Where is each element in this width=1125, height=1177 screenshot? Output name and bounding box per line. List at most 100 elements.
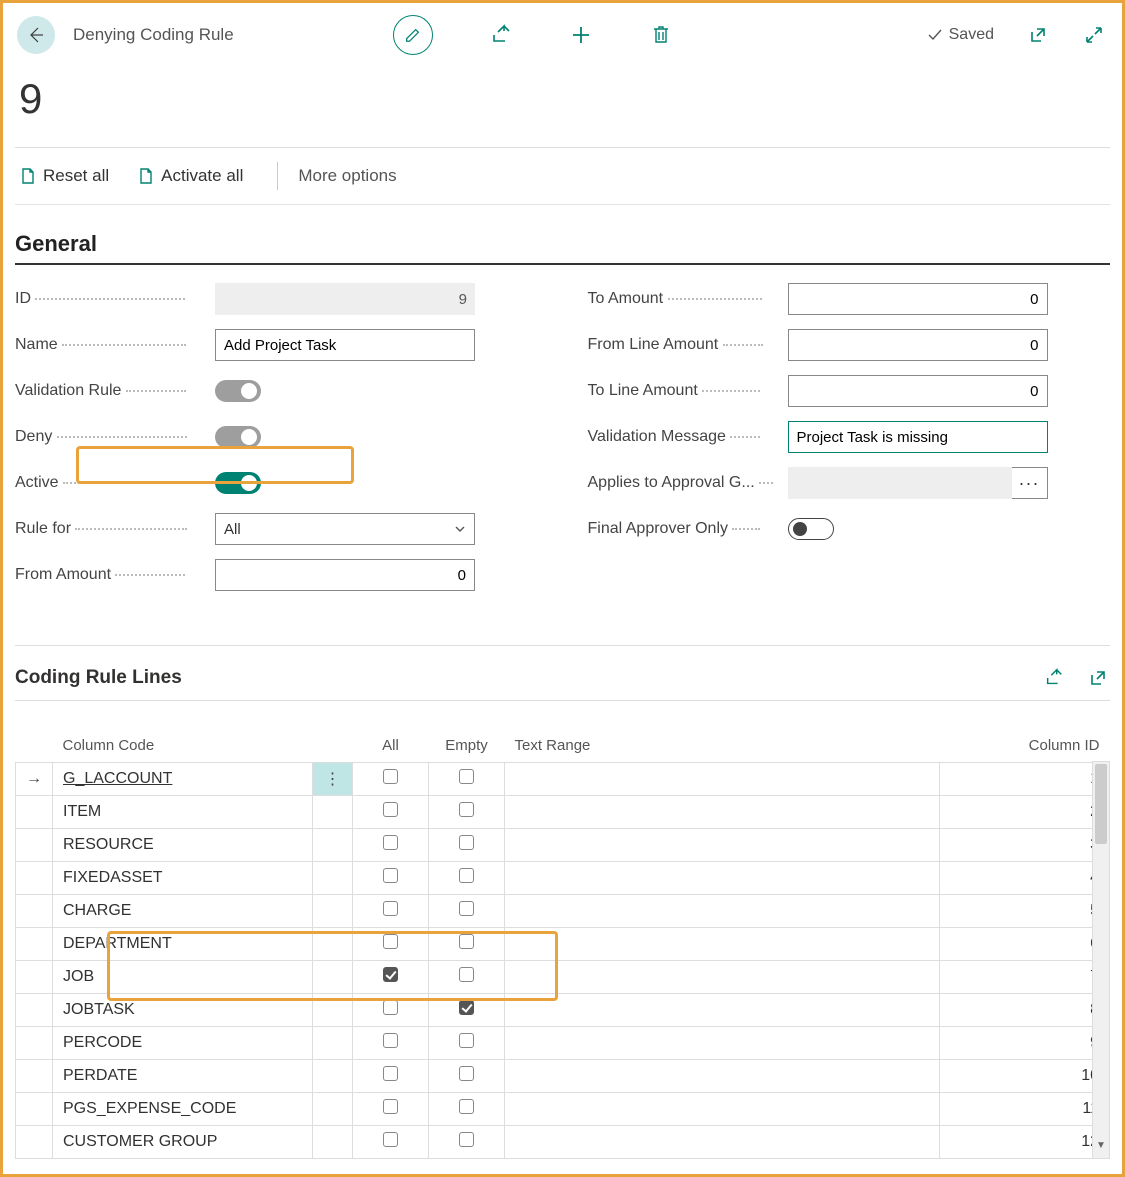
checkbox-all[interactable]	[383, 901, 398, 916]
checkbox-empty[interactable]	[459, 901, 474, 916]
popout-button[interactable]	[1026, 23, 1050, 47]
checkbox-all[interactable]	[383, 1132, 398, 1147]
checkbox-all[interactable]	[383, 868, 398, 883]
scrollbar-down[interactable]: ▼	[1093, 1140, 1109, 1158]
new-button[interactable]	[569, 23, 593, 47]
cell-empty[interactable]	[429, 1093, 505, 1126]
field-validation-message[interactable]	[788, 421, 1048, 453]
toggle-final-approver[interactable]	[788, 518, 834, 540]
checkbox-empty[interactable]	[459, 1000, 474, 1015]
cell-all[interactable]	[353, 1060, 429, 1093]
cell-column-code[interactable]: FIXEDASSET	[53, 862, 313, 895]
expand-button[interactable]	[1082, 23, 1106, 47]
cell-empty[interactable]	[429, 796, 505, 829]
field-approval-group[interactable]	[788, 467, 1012, 499]
table-row[interactable]: CUSTOMER GROUP12	[16, 1126, 1110, 1159]
field-from-line-amount[interactable]	[788, 329, 1048, 361]
cell-all[interactable]	[353, 1093, 429, 1126]
cell-empty[interactable]	[429, 961, 505, 994]
cell-empty[interactable]	[429, 895, 505, 928]
cell-text-range[interactable]	[505, 895, 940, 928]
cell-empty[interactable]	[429, 994, 505, 1027]
col-all[interactable]: All	[353, 729, 429, 763]
back-button[interactable]	[17, 16, 55, 54]
checkbox-empty[interactable]	[459, 868, 474, 883]
row-actions[interactable]	[313, 1027, 353, 1060]
checkbox-all[interactable]	[383, 1033, 398, 1048]
toggle-validation-rule[interactable]	[215, 380, 261, 402]
row-actions[interactable]	[313, 862, 353, 895]
cell-all[interactable]	[353, 928, 429, 961]
checkbox-empty[interactable]	[459, 835, 474, 850]
cell-column-code[interactable]: PERDATE	[53, 1060, 313, 1093]
lines-expand-button[interactable]	[1086, 666, 1110, 690]
cell-column-code[interactable]: RESOURCE	[53, 829, 313, 862]
cell-empty[interactable]	[429, 1126, 505, 1159]
checkbox-all[interactable]	[383, 934, 398, 949]
toggle-active[interactable]	[215, 472, 261, 494]
checkbox-empty[interactable]	[459, 1066, 474, 1081]
toggle-deny[interactable]	[215, 426, 261, 448]
row-actions[interactable]	[313, 895, 353, 928]
cell-column-code[interactable]: JOBTASK	[53, 994, 313, 1027]
activate-all-action[interactable]: Activate all	[137, 166, 243, 186]
field-to-amount[interactable]	[788, 283, 1048, 315]
row-selector[interactable]	[16, 895, 53, 928]
cell-all[interactable]	[353, 796, 429, 829]
field-to-line-amount[interactable]	[788, 375, 1048, 407]
cell-text-range[interactable]	[505, 829, 940, 862]
row-selector[interactable]	[16, 994, 53, 1027]
checkbox-all[interactable]	[383, 1066, 398, 1081]
cell-column-code[interactable]: CHARGE	[53, 895, 313, 928]
cell-text-range[interactable]	[505, 862, 940, 895]
checkbox-all[interactable]	[383, 835, 398, 850]
lines-scrollbar[interactable]: ▼	[1092, 761, 1110, 1159]
table-row[interactable]: PERCODE9	[16, 1027, 1110, 1060]
row-selector[interactable]	[16, 796, 53, 829]
delete-button[interactable]	[649, 23, 673, 47]
row-selector[interactable]	[16, 928, 53, 961]
table-row[interactable]: JOBTASK8	[16, 994, 1110, 1027]
cell-all[interactable]	[353, 862, 429, 895]
field-from-amount[interactable]	[215, 559, 475, 591]
cell-empty[interactable]	[429, 928, 505, 961]
cell-all[interactable]	[353, 1027, 429, 1060]
row-actions[interactable]	[313, 829, 353, 862]
checkbox-empty[interactable]	[459, 934, 474, 949]
cell-text-range[interactable]	[505, 1093, 940, 1126]
more-options-action[interactable]: More options	[298, 166, 396, 186]
row-selector[interactable]: →	[16, 763, 53, 796]
edit-button[interactable]	[393, 15, 433, 55]
checkbox-all[interactable]	[383, 769, 398, 784]
checkbox-all[interactable]	[383, 967, 398, 982]
checkbox-empty[interactable]	[459, 802, 474, 817]
scrollbar-thumb[interactable]	[1095, 764, 1107, 844]
checkbox-empty[interactable]	[459, 769, 474, 784]
cell-empty[interactable]	[429, 862, 505, 895]
cell-column-code[interactable]: ITEM	[53, 796, 313, 829]
col-empty[interactable]: Empty	[429, 729, 505, 763]
cell-column-code[interactable]: CUSTOMER GROUP	[53, 1126, 313, 1159]
row-actions[interactable]	[313, 796, 353, 829]
cell-text-range[interactable]	[505, 928, 940, 961]
cell-empty[interactable]	[429, 829, 505, 862]
table-row[interactable]: →G_LACCOUNT⋮1	[16, 763, 1110, 796]
reset-all-action[interactable]: Reset all	[19, 166, 109, 186]
cell-text-range[interactable]	[505, 961, 940, 994]
row-actions[interactable]	[313, 1060, 353, 1093]
cell-column-code[interactable]: DEPARTMENT	[53, 928, 313, 961]
select-rule-for[interactable]: All	[215, 513, 475, 545]
cell-all[interactable]	[353, 994, 429, 1027]
cell-all[interactable]	[353, 961, 429, 994]
checkbox-empty[interactable]	[459, 1132, 474, 1147]
col-column-id[interactable]: Column ID	[940, 729, 1110, 763]
table-row[interactable]: PERDATE10	[16, 1060, 1110, 1093]
cell-all[interactable]	[353, 1126, 429, 1159]
row-actions[interactable]	[313, 928, 353, 961]
row-selector[interactable]	[16, 1027, 53, 1060]
cell-all[interactable]	[353, 763, 429, 796]
row-selector[interactable]	[16, 862, 53, 895]
table-row[interactable]: CHARGE5	[16, 895, 1110, 928]
cell-column-code[interactable]: PGS_EXPENSE_CODE	[53, 1093, 313, 1126]
cell-empty[interactable]	[429, 1027, 505, 1060]
